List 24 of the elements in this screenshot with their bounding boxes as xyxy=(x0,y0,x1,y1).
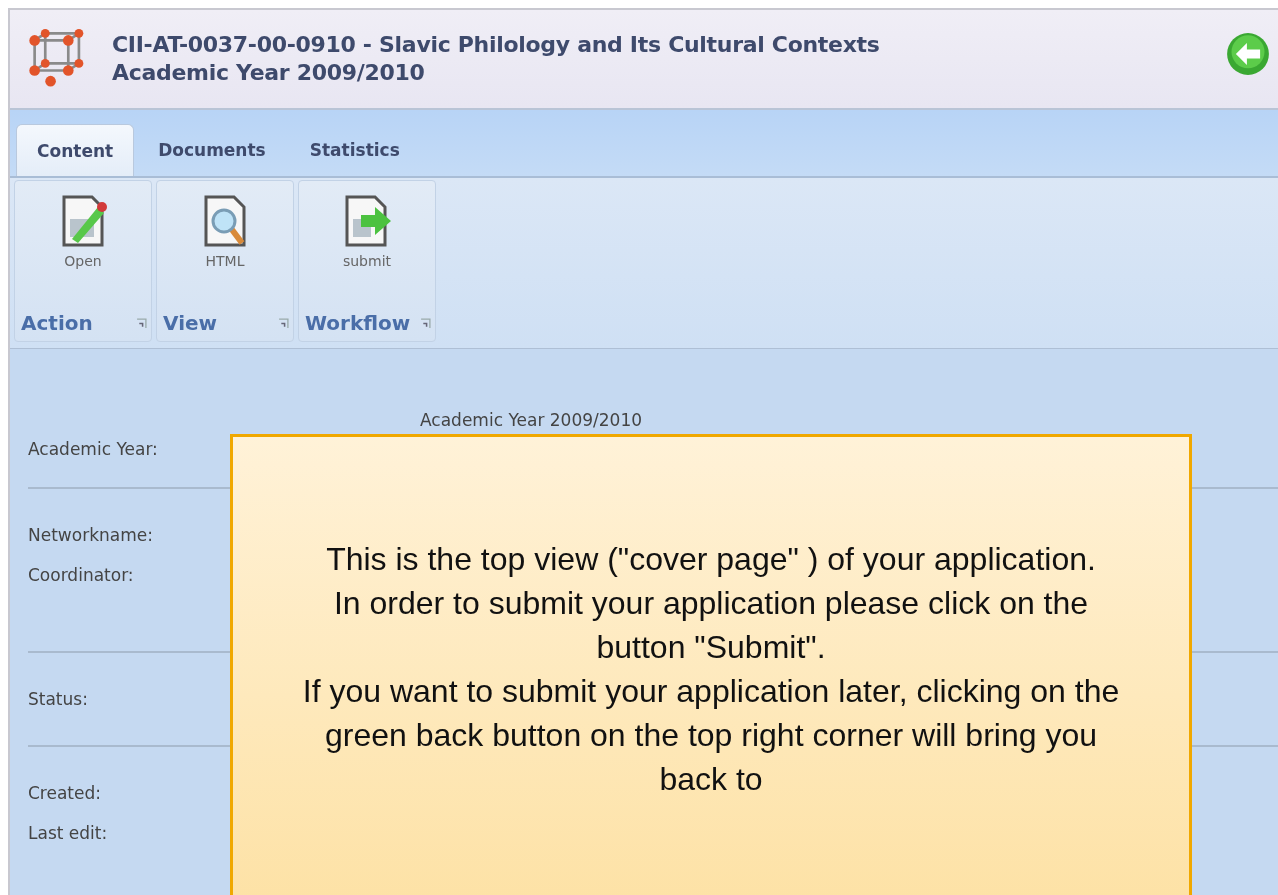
tab[interactable]: Content xyxy=(16,124,135,176)
field-label: Coordinator: xyxy=(28,565,134,585)
expand-icon[interactable] xyxy=(136,317,147,329)
record-subtitle: Academic Year 2009/2010 xyxy=(112,59,426,87)
instruction-text: This is the top view ("cover page" ) of your application. xyxy=(325,540,1097,579)
group-label: Workflow xyxy=(305,311,411,335)
field-label: Networkname: xyxy=(28,525,153,545)
toolbar-button[interactable]: submit xyxy=(299,181,435,273)
expand-icon[interactable] xyxy=(278,317,289,329)
expand-icon[interactable] xyxy=(420,317,431,329)
field-label: Status: xyxy=(28,689,88,709)
field-label: Academic Year: xyxy=(28,439,158,459)
group-label: View xyxy=(163,311,218,335)
field-label: Last edit: xyxy=(28,823,108,843)
instruction-text: In order to submit your application please click on the button "Submit". xyxy=(332,584,1090,667)
instruction-text: If you want to submit your application later, clicking on the green back button on the top right corner will bring you back to xyxy=(301,672,1121,799)
field-label: Created: xyxy=(28,783,101,803)
group-label: Action xyxy=(21,311,93,335)
tab[interactable]: Statistics xyxy=(289,124,420,176)
field-value: Academic Year 2009/2010 xyxy=(420,410,643,430)
record-title: CII-AT-0037-00-0910 - Slavic Philology and Its Cultural Contexts xyxy=(112,31,881,59)
tab[interactable]: Documents xyxy=(138,124,286,176)
toolbar-button[interactable]: Open xyxy=(15,181,151,273)
toolbar-button[interactable]: HTML xyxy=(157,181,293,273)
